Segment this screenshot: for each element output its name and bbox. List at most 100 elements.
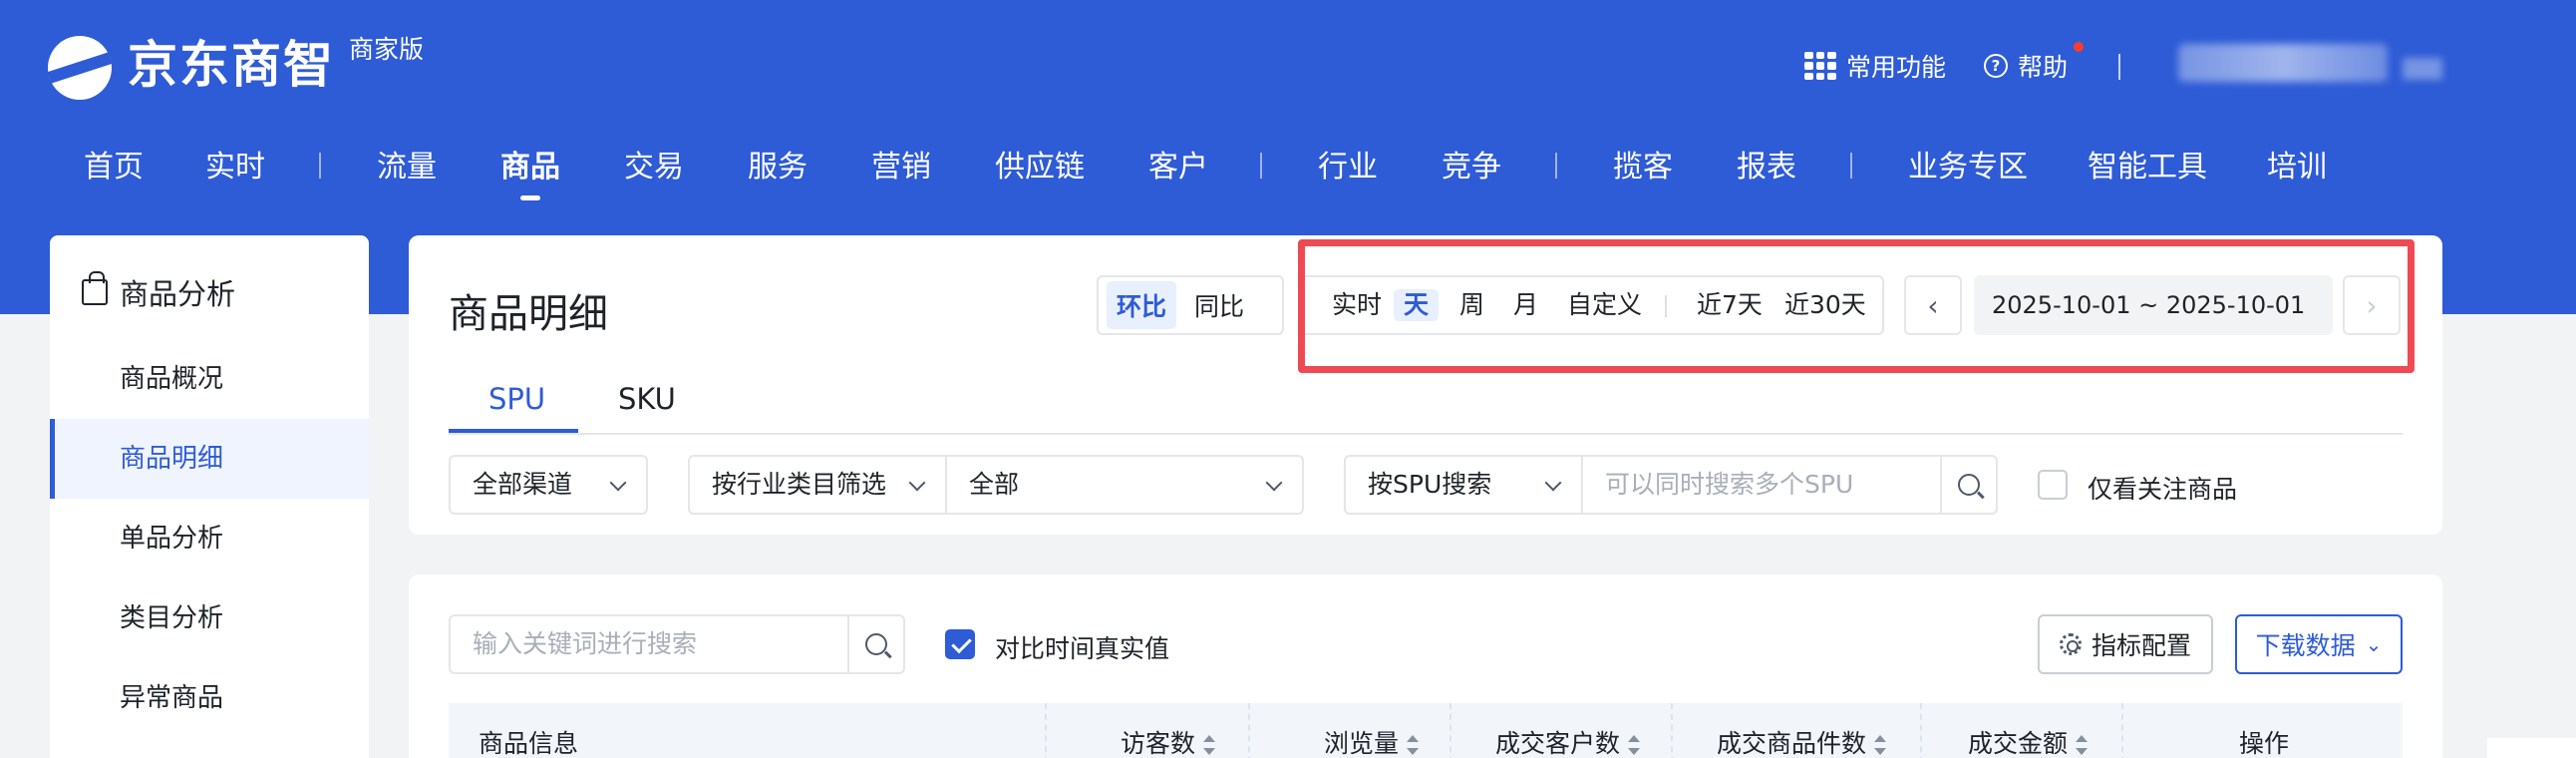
column-divider (2121, 703, 2123, 758)
table-header: 商品信息 访客数 浏览量 成交客户数 成交商品件数 成交金额 操作 (449, 703, 2403, 758)
sidebar: 商品分析 商品概况 商品明细 单品分析 类目分析 异常商品 (50, 235, 369, 758)
follow-only-checkbox[interactable] (2038, 470, 2068, 500)
sort-icon[interactable] (1407, 735, 1420, 755)
nav-divider (1850, 153, 1852, 179)
sidebar-item-category-analysis[interactable]: 类目分析 (50, 578, 369, 658)
nav-item-smart-tools[interactable]: 智能工具 (2088, 145, 2207, 190)
gear-icon (2059, 633, 2082, 655)
edition-label: 商家版 (349, 35, 425, 64)
nav-item-supply-chain[interactable]: 供应链 (995, 145, 1085, 190)
channel-select-value: 全部渠道 (473, 470, 573, 499)
keyword-search-input[interactable]: 输入关键词进行搜索 (449, 614, 849, 674)
bag-icon (82, 271, 108, 305)
tab-active-indicator (449, 429, 578, 433)
nav-item-realtime[interactable]: 实时 (205, 145, 265, 190)
nav-divider (1555, 153, 1557, 179)
common-functions-label: 常用功能 (1846, 53, 1947, 82)
category-value-select[interactable]: 全部 (945, 455, 1304, 515)
chevron-down-icon (908, 474, 926, 492)
nav-item-traffic[interactable]: 流量 (377, 145, 437, 190)
highlight-box (1298, 239, 2415, 373)
sidebar-title-label: 商品分析 (120, 277, 236, 311)
column-buyers[interactable]: 成交客户数 (1495, 703, 1641, 758)
corner-widget (2487, 738, 2576, 758)
sort-icon[interactable] (1628, 735, 1641, 755)
help-label: 帮助 (2018, 53, 2069, 82)
column-gmv[interactable]: 成交金额 (1968, 703, 2089, 758)
user-extra (2403, 58, 2442, 80)
help-icon: ? (1984, 54, 2008, 78)
jd-logo-icon[interactable] (48, 36, 112, 100)
column-visitors[interactable]: 访客数 (1121, 703, 1216, 758)
spu-search-input[interactable]: 可以同时搜索多个SPU (1581, 455, 1942, 515)
nav-item-customer[interactable]: 客户 (1148, 145, 1208, 190)
search-icon (865, 633, 887, 655)
tab-sku[interactable]: SKU (618, 379, 676, 419)
column-divider (1920, 703, 1922, 758)
main-nav: 首页 实时 流量 商品 交易 服务 营销 供应链 客户 行业 竞争 揽客 报表 … (0, 145, 2576, 192)
chevron-down-icon (1544, 474, 1562, 492)
nav-item-home[interactable]: 首页 (84, 145, 144, 190)
nav-item-industry[interactable]: 行业 (1318, 145, 1378, 190)
spu-search-button[interactable] (1940, 455, 1998, 515)
follow-only-label[interactable]: 仅看关注商品 (2088, 470, 2237, 506)
category-filter-value: 按行业类目筛选 (712, 470, 887, 499)
nav-item-product[interactable]: 商品 (500, 145, 560, 190)
channel-select[interactable]: 全部渠道 (449, 455, 648, 515)
nav-divider (319, 153, 321, 179)
nav-item-lanke[interactable]: 揽客 (1613, 145, 1673, 190)
sidebar-item-product-overview[interactable]: 商品概况 (50, 339, 369, 419)
compare-real-value-checkbox[interactable] (945, 629, 975, 659)
nav-item-competition[interactable]: 竞争 (1442, 145, 1501, 190)
metric-config-button[interactable]: 指标配置 (2038, 614, 2213, 674)
column-divider (1449, 703, 1451, 758)
column-divider (1248, 703, 1250, 758)
grid-icon (1804, 52, 1836, 80)
user-account[interactable] (2178, 44, 2388, 82)
column-divider (1045, 703, 1047, 758)
compare-mode-yoy[interactable]: 同比 (1184, 281, 1254, 329)
download-data-button[interactable]: 下载数据 ⌄ (2235, 614, 2403, 674)
chevron-down-icon (1265, 474, 1283, 492)
column-units-sold[interactable]: 成交商品件数 (1717, 703, 1887, 758)
sidebar-item-single-product[interactable]: 单品分析 (50, 499, 369, 578)
help-button[interactable]: ? 帮助 (1984, 48, 2068, 84)
category-filter-select[interactable]: 按行业类目筛选 (688, 455, 947, 515)
metric-config-label: 指标配置 (2091, 631, 2191, 660)
download-data-label: 下载数据 (2255, 631, 2356, 660)
nav-item-business-zone[interactable]: 业务专区 (1908, 145, 2028, 190)
nav-item-reports[interactable]: 报表 (1737, 145, 1796, 190)
search-icon (1958, 474, 1980, 496)
keyword-search-button[interactable] (847, 614, 905, 674)
column-page-views[interactable]: 浏览量 (1324, 703, 1420, 758)
sort-icon[interactable] (1874, 735, 1887, 755)
compare-mode-toggle: 环比 同比 (1097, 275, 1284, 335)
category-value: 全部 (969, 470, 1020, 499)
sidebar-item-abnormal-products[interactable]: 异常商品 (50, 658, 369, 738)
chevron-down-icon (609, 474, 627, 492)
search-type-select[interactable]: 按SPU搜索 (1344, 455, 1583, 515)
compare-mode-mom[interactable]: 环比 (1107, 281, 1177, 329)
notification-dot (2074, 42, 2084, 52)
sort-icon[interactable] (1203, 735, 1216, 755)
column-product-info: 商品信息 (479, 729, 579, 758)
sort-icon[interactable] (2076, 735, 2089, 755)
search-type-value: 按SPU搜索 (1368, 470, 1492, 499)
header-divider (2118, 54, 2120, 80)
nav-item-marketing[interactable]: 营销 (871, 145, 931, 190)
column-divider (1671, 703, 1673, 758)
page-title: 商品明细 (449, 291, 608, 337)
tab-spu[interactable]: SPU (488, 379, 545, 419)
sidebar-item-product-detail[interactable]: 商品明细 (50, 419, 369, 499)
nav-item-service[interactable]: 服务 (748, 145, 807, 190)
brand-name[interactable]: 京东商智 (128, 34, 335, 96)
chevron-down-icon: ⌄ (2365, 632, 2383, 656)
nav-item-training[interactable]: 培训 (2267, 145, 2327, 190)
nav-divider (1260, 153, 1262, 179)
common-functions-button[interactable]: 常用功能 (1804, 48, 1946, 84)
nav-item-trade[interactable]: 交易 (624, 145, 684, 190)
nav-active-indicator (520, 195, 540, 200)
compare-real-value-label[interactable]: 对比时间真实值 (995, 629, 1169, 665)
column-actions: 操作 (2239, 729, 2290, 758)
sidebar-title[interactable]: 商品分析 (82, 271, 235, 313)
